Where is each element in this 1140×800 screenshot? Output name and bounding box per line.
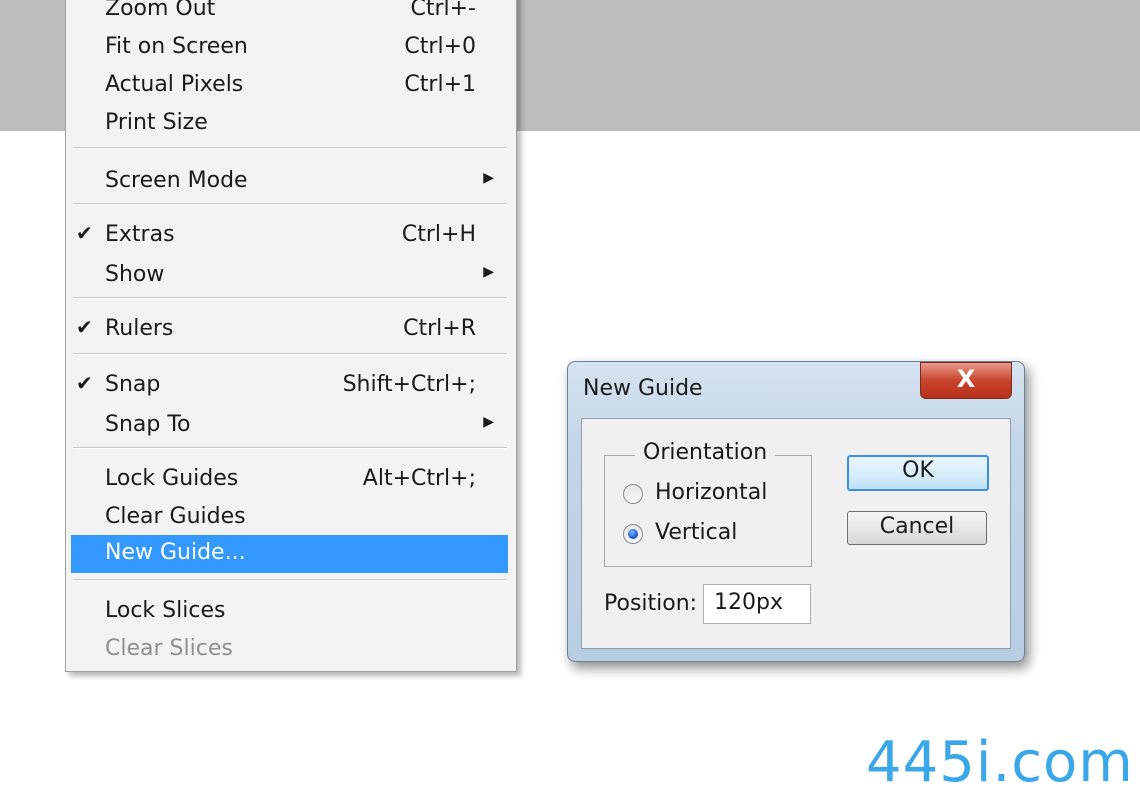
menu-separator [73,203,507,205]
dialog-body: Orientation Horizontal Vertical OK Cance… [581,418,1011,649]
menu-item-extras[interactable]: ✔ Extras Ctrl+H [71,217,508,253]
radio-circle-icon [623,484,643,504]
menu-item-new-guide[interactable]: New Guide... [71,535,508,573]
radio-vertical[interactable]: Vertical [623,520,843,550]
menu-separator [73,353,507,355]
menu-item-snap-to[interactable]: Snap To ▶ [71,407,508,443]
checkmark-icon: ✔ [76,221,93,245]
menu-separator [73,297,507,299]
position-label: Position: [604,591,698,616]
submenu-arrow-icon: ▶ [483,170,494,186]
close-button[interactable]: X [920,362,1012,399]
dialog-title: New Guide [583,376,703,401]
menu-item-show[interactable]: Show ▶ [71,257,508,293]
radio-horizontal[interactable]: Horizontal [623,480,843,510]
menu-separator [73,147,507,149]
menu-item-snap[interactable]: ✔ Snap Shift+Ctrl+; [71,367,508,403]
orientation-group: Orientation Horizontal Vertical [604,440,812,567]
ok-button[interactable]: OK [847,455,989,491]
menu-separator [73,579,507,581]
menu-item-fit-on-screen[interactable]: Fit on Screen Ctrl+0 [71,29,508,65]
view-menu: Zoom Out Ctrl+- Fit on Screen Ctrl+0 Act… [65,0,517,672]
menu-item-print-size[interactable]: Print Size [71,105,508,141]
orientation-legend: Orientation [635,440,776,465]
position-input[interactable]: 120px [703,584,811,624]
submenu-arrow-icon: ▶ [483,414,494,430]
menu-item-clear-guides[interactable]: Clear Guides [71,499,508,535]
menu-item-clear-slices: Clear Slices [105,636,233,661]
menu-item-screen-mode[interactable]: Screen Mode ▶ [71,163,508,199]
watermark: 445i.com [866,730,1134,795]
submenu-arrow-icon: ▶ [483,264,494,280]
menu-item-lock-slices[interactable]: Lock Slices [71,593,508,629]
checkmark-icon: ✔ [76,371,93,395]
new-guide-dialog: New Guide X Orientation Horizontal Verti… [567,361,1025,662]
menu-separator [73,447,507,449]
menu-item-actual-pixels[interactable]: Actual Pixels Ctrl+1 [71,67,508,103]
menu-item-rulers[interactable]: ✔ Rulers Ctrl+R [71,311,508,347]
radio-selected-icon [623,524,643,544]
menu-item-lock-guides[interactable]: Lock Guides Alt+Ctrl+; [71,461,508,497]
menu-item-zoom-out[interactable]: Zoom Out Ctrl+- [71,0,508,27]
checkmark-icon: ✔ [76,315,93,339]
cancel-button[interactable]: Cancel [847,511,987,545]
